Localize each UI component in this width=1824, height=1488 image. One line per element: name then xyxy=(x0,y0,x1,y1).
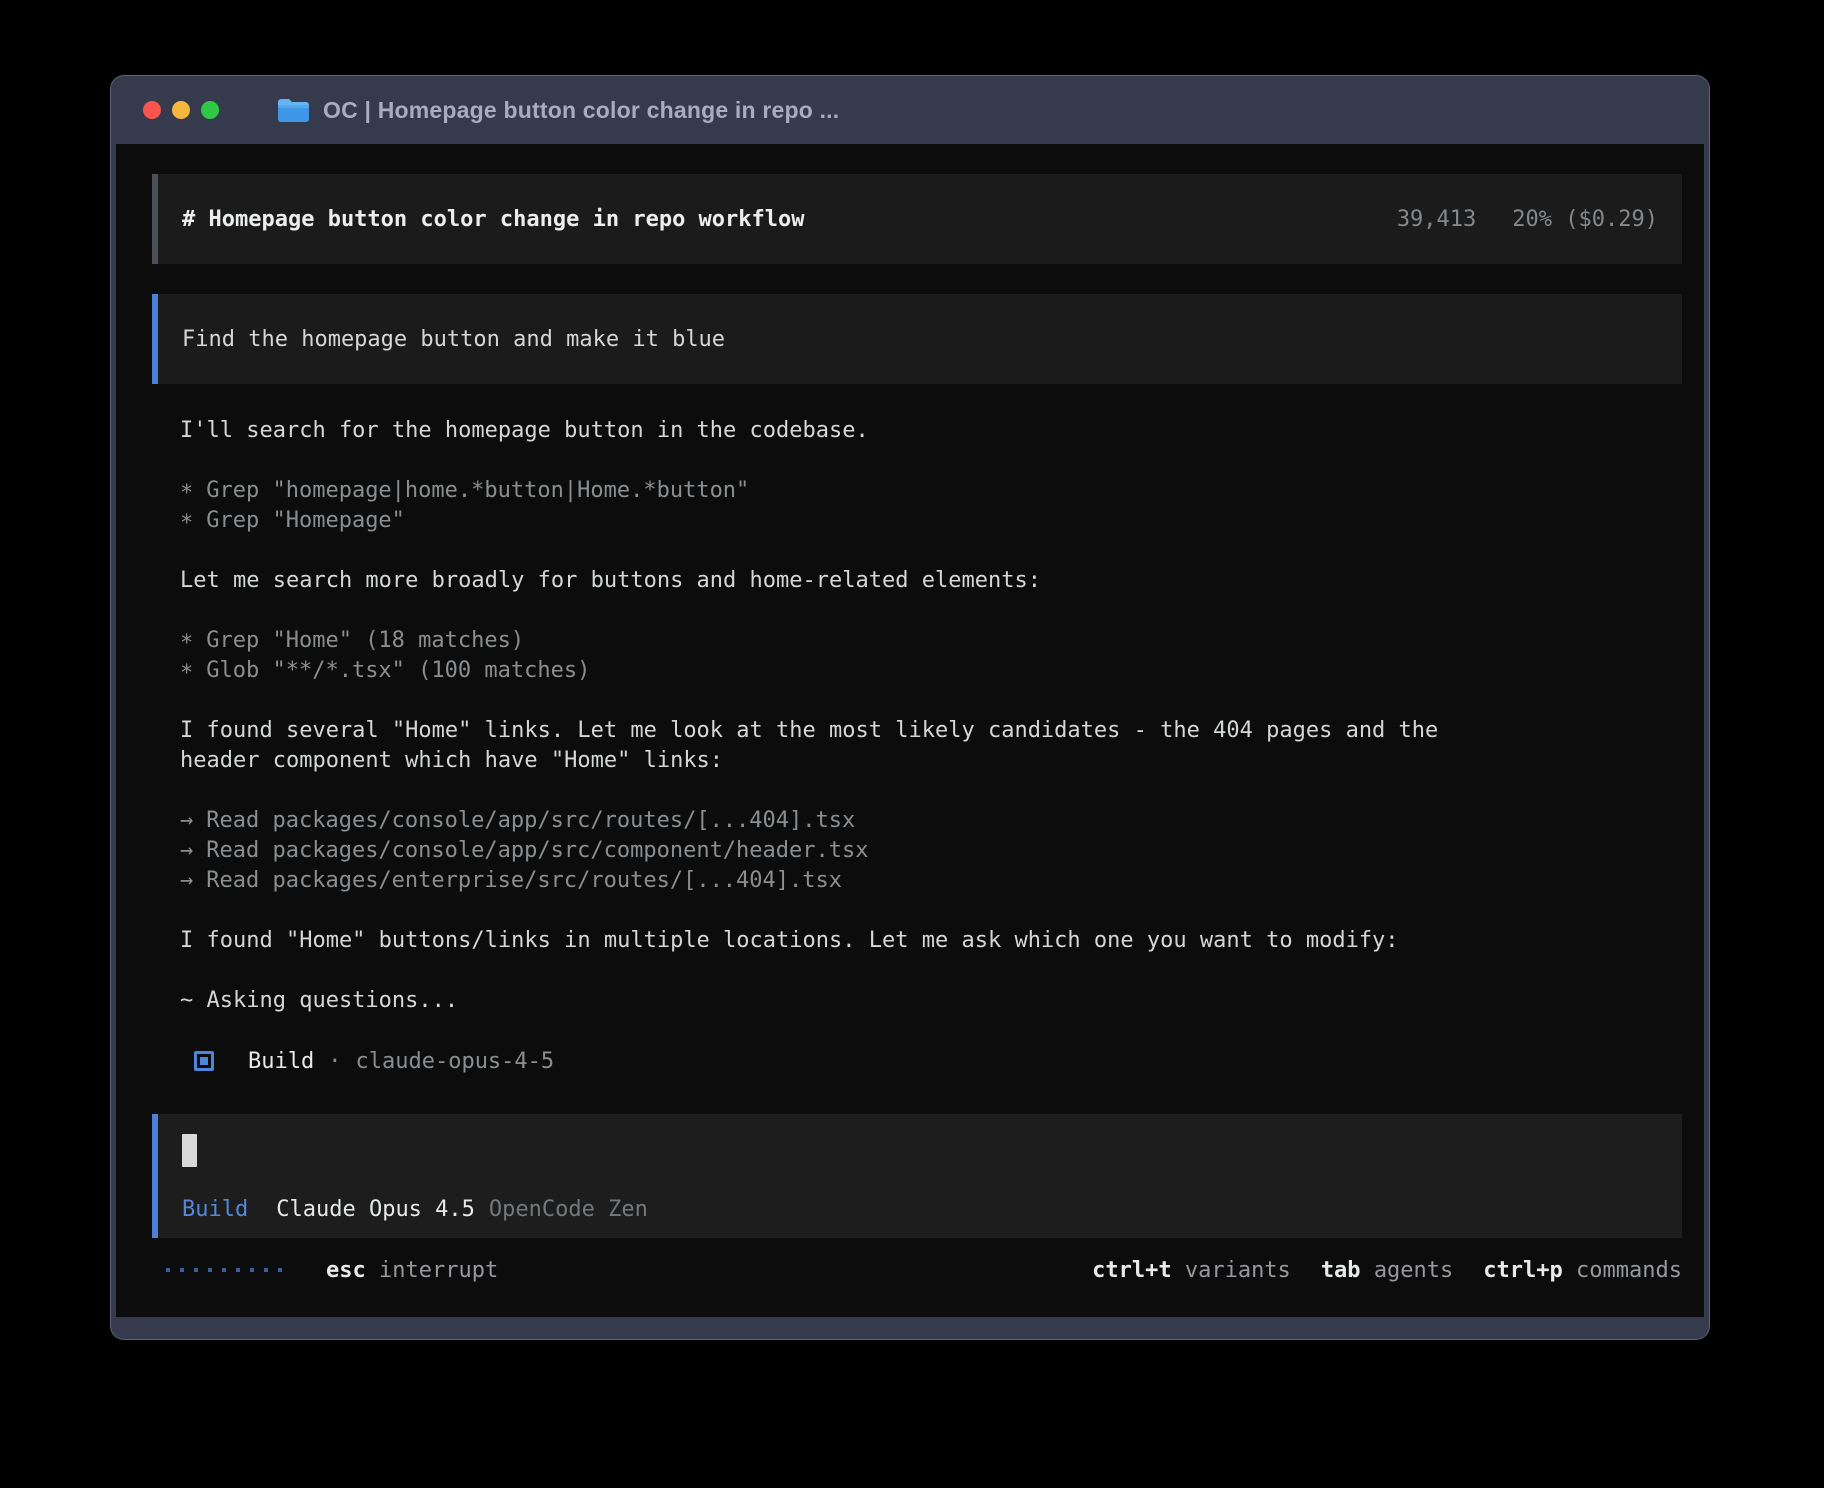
editor-agent-label[interactable]: Build xyxy=(182,1197,248,1222)
user-message-text: Find the homepage button and make it blu… xyxy=(182,327,725,352)
tool-call-text: Read packages/enterprise/src/routes/[...… xyxy=(206,868,842,893)
tool-call-text: Grep "Home" (18 matches) xyxy=(206,628,524,653)
assistant-transcript: I'll search for the homepage button in t… xyxy=(180,416,1682,1076)
window-titlebar: OC | Homepage button color change in rep… xyxy=(111,76,1709,144)
assistant-text: I found several "Home" links. Let me loo… xyxy=(180,716,198,746)
tool-call-grep: * Grep "Home" (18 matches) xyxy=(180,626,1682,656)
editor-model-label[interactable]: Claude Opus 4.5 xyxy=(276,1197,475,1222)
tool-call-read: → Read packages/enterprise/src/routes/[..… xyxy=(180,866,1682,896)
agent-model: claude-opus-4-5 xyxy=(355,1049,554,1074)
tool-call-glob: * Glob "**/*.tsx" (100 matches) xyxy=(180,656,1682,686)
agent-build-icon xyxy=(194,1051,214,1071)
token-count: 39,413 xyxy=(1397,207,1476,232)
folder-icon xyxy=(277,97,310,124)
user-message: Find the homepage button and make it blu… xyxy=(152,294,1682,384)
assistant-text: I'll search for the homepage button in t… xyxy=(180,416,198,446)
tool-call-read: → Read packages/console/app/src/routes/[.… xyxy=(180,806,1682,836)
assistant-text: I found "Home" buttons/links in multiple… xyxy=(180,926,198,956)
hint-variants: ctrl+t variants xyxy=(1092,1258,1291,1283)
status-left: esc interrupt xyxy=(166,1258,498,1283)
titlebar-title-cluster: OC | Homepage button color change in rep… xyxy=(277,76,839,144)
tool-call-text: Grep "Homepage" xyxy=(206,508,405,533)
tool-call-grep: * Grep "Homepage" xyxy=(180,506,1682,536)
window-controls xyxy=(143,101,219,119)
asterisk-icon: * xyxy=(180,659,193,689)
assistant-text: Let me search more broadly for buttons a… xyxy=(180,566,198,596)
session-header: # Homepage button color change in repo w… xyxy=(152,174,1682,264)
tool-call-grep: * Grep "homepage|home.*button|Home.*butto… xyxy=(180,476,1682,506)
asterisk-icon: * xyxy=(180,629,193,659)
zoom-button[interactable] xyxy=(201,101,219,119)
hint-commands: ctrl+p commands xyxy=(1483,1258,1682,1283)
session-title: # Homepage button color change in repo w… xyxy=(182,207,805,232)
asterisk-icon: * xyxy=(180,509,193,539)
tool-call-text: Read packages/console/app/src/routes/[..… xyxy=(206,808,855,833)
window-title: OC | Homepage button color change in rep… xyxy=(323,97,839,124)
prompt-input[interactable]: Build Claude Opus 4.5 OpenCode Zen xyxy=(152,1114,1682,1238)
editor-provider-label: OpenCode Zen xyxy=(489,1197,648,1222)
assistant-text: header component which have "Home" links… xyxy=(180,746,198,776)
arrow-right-icon: → xyxy=(180,806,193,836)
arrow-right-icon: → xyxy=(180,836,193,866)
status-right: ctrl+t variants tab agents ctrl+p comman… xyxy=(1092,1258,1682,1283)
close-button[interactable] xyxy=(143,101,161,119)
editor-meta: Build Claude Opus 4.5 OpenCode Zen xyxy=(182,1197,1658,1222)
hint-agents: tab agents xyxy=(1321,1258,1453,1283)
minimize-button[interactable] xyxy=(172,101,190,119)
session-stats: 39,413 20% ($0.29) xyxy=(1397,207,1658,232)
terminal-window: OC | Homepage button color change in rep… xyxy=(110,75,1710,1340)
tool-call-text: Grep "homepage|home.*button|Home.*button… xyxy=(206,478,749,503)
agent-name: Build xyxy=(248,1049,314,1074)
tool-call-text: Glob "**/*.tsx" (100 matches) xyxy=(206,658,590,683)
spinner-dots-icon xyxy=(166,1268,282,1272)
agent-separator-dot: · xyxy=(328,1049,341,1074)
tool-call-read: → Read packages/console/app/src/component… xyxy=(180,836,1682,866)
agent-attribution: Build · claude-opus-4-5 xyxy=(194,1046,1682,1076)
hint-interrupt: esc interrupt xyxy=(326,1258,498,1283)
text-cursor xyxy=(182,1134,197,1167)
status-text-asking: ~ Asking questions... xyxy=(180,986,198,1016)
asterisk-icon: * xyxy=(180,479,193,509)
tool-call-text: Read packages/console/app/src/component/… xyxy=(206,838,868,863)
terminal-content: # Homepage button color change in repo w… xyxy=(116,144,1704,1317)
arrow-right-icon: → xyxy=(180,866,193,896)
context-cost: 20% ($0.29) xyxy=(1512,207,1658,232)
status-bar: esc interrupt ctrl+t variants tab agents… xyxy=(152,1252,1682,1288)
